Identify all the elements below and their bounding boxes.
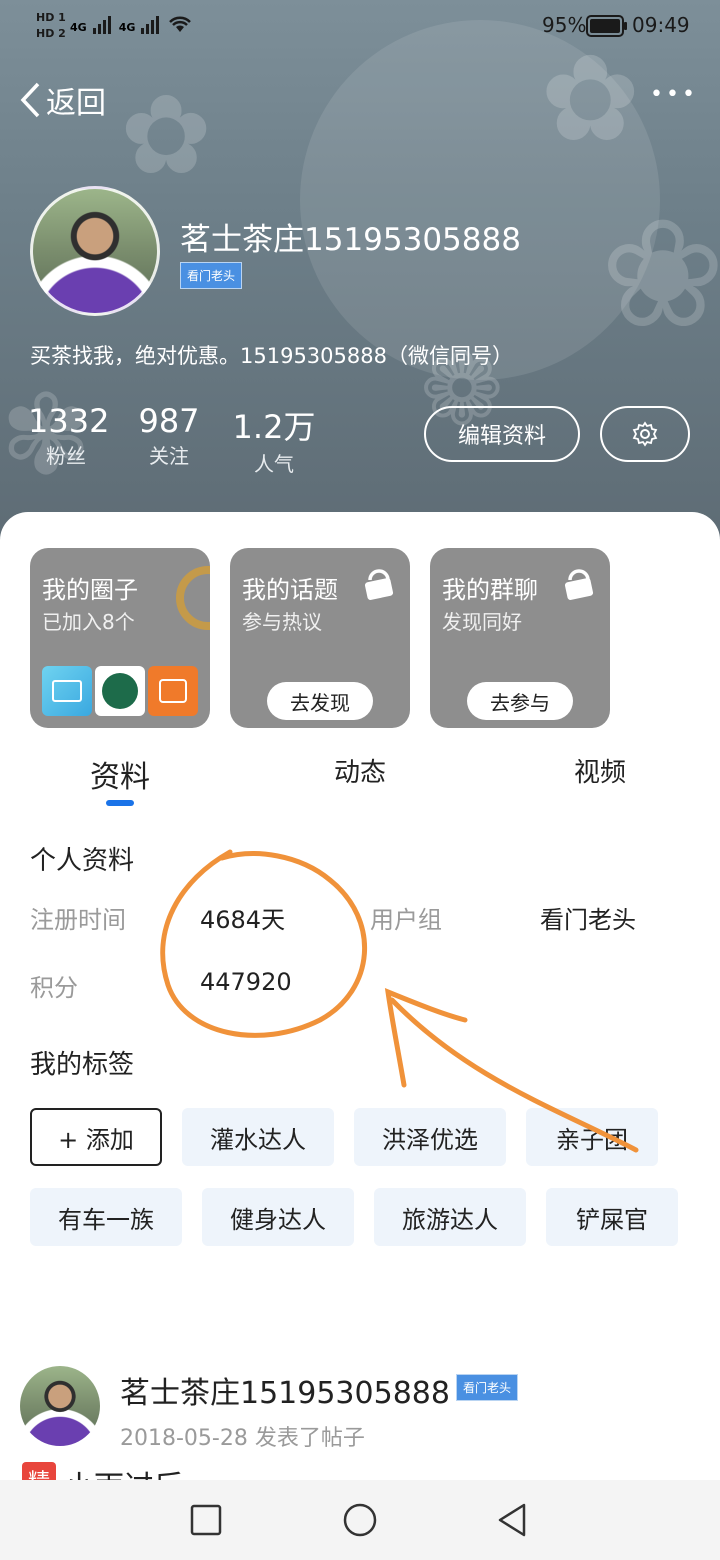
discover-button[interactable]: 去发现 [267, 682, 373, 720]
tag-item[interactable]: 旅游达人 [374, 1188, 526, 1246]
following-label: 关注 [149, 444, 189, 468]
registration-label: 注册时间 [30, 906, 126, 934]
battery-icon [586, 15, 627, 37]
registration-value: 4684天 [200, 906, 286, 934]
circle-app-icon-1 [42, 666, 92, 716]
stat-popularity[interactable]: 1.2万 人气 [232, 402, 316, 477]
avatar[interactable] [30, 186, 160, 316]
post-author-avatar[interactable] [20, 1366, 100, 1446]
tab-indicator [106, 800, 134, 806]
points-label: 积分 [30, 974, 78, 1002]
decor-flower: ✿ [120, 71, 213, 199]
card-title: 我的话题 [242, 576, 338, 604]
stat-fans[interactable]: 1332 粉丝 [28, 402, 110, 469]
tab-profile[interactable]: 资料 [70, 752, 170, 796]
back-button[interactable]: 返回 [18, 78, 106, 122]
decor-flower: ✿ [540, 30, 641, 169]
card-subtitle: 已加入8个 [42, 610, 135, 634]
tag-item[interactable]: 健身达人 [202, 1188, 354, 1246]
circle-logo-icon [176, 566, 210, 630]
card-title: 我的圈子 [42, 576, 138, 604]
edit-profile-button[interactable]: 编辑资料 [424, 406, 580, 462]
home-circle-icon[interactable] [342, 1502, 378, 1538]
network-type-1: 4G [70, 21, 87, 34]
card-my-topics[interactable]: 我的话题 参与热议 去发现 [230, 548, 410, 728]
signal-icon [92, 16, 111, 34]
popularity-label: 人气 [254, 452, 294, 476]
fans-label: 粉丝 [46, 444, 86, 468]
section-title-profile-info: 个人资料 [30, 846, 135, 876]
add-tag-button[interactable]: + 添加 [30, 1108, 162, 1166]
more-menu-icon[interactable]: ••• [650, 82, 698, 107]
back-label: 返回 [46, 86, 106, 121]
post-title: 小雨过后 [64, 1462, 184, 1480]
card-title: 我的群聊 [442, 576, 538, 604]
card-subtitle: 参与热议 [242, 610, 322, 634]
clock: 09:49 [632, 13, 690, 37]
back-triangle-icon[interactable] [496, 1502, 528, 1538]
tag-item[interactable]: 有车一族 [30, 1188, 182, 1246]
sim1-label: HD 1 [36, 11, 66, 24]
lock-icon [564, 569, 594, 600]
card-subtitle: 发现同好 [442, 610, 522, 634]
card-my-groups[interactable]: 我的群聊 发现同好 去参与 [430, 548, 610, 728]
decor-flower: ❀ [600, 188, 720, 362]
points-value: 447920 [200, 968, 292, 996]
user-group-badge: 看门老头 [180, 262, 243, 289]
featured-flag: 精 [22, 1462, 57, 1480]
post-author-badge: 看门老头 [456, 1374, 519, 1401]
network-type-2: 4G [118, 21, 136, 34]
signal-icon [141, 16, 160, 34]
tab-video[interactable]: 视频 [550, 752, 650, 789]
join-button[interactable]: 去参与 [467, 682, 573, 720]
recents-square-icon[interactable] [190, 1504, 222, 1536]
user-group-value: 看门老头 [540, 906, 636, 934]
post-author-name[interactable]: 茗士茶庄15195305888 [120, 1368, 450, 1412]
sim-labels: HD 1 HD 2 [36, 10, 66, 42]
wifi-icon [169, 16, 192, 32]
circle-app-icon-2 [95, 666, 145, 716]
sim2-label: HD 2 [36, 27, 66, 40]
tag-item[interactable]: 亲子团 [526, 1108, 658, 1166]
popularity-count: 1.2万 [232, 408, 316, 446]
circle-app-icon-3 [148, 666, 198, 716]
profile-name: 茗士茶庄15195305888 [180, 222, 521, 258]
following-count: 987 [138, 402, 200, 440]
card-my-circles[interactable]: 我的圈子 已加入8个 [30, 548, 210, 728]
post-meta: 2018-05-28 发表了帖子 [120, 1426, 365, 1451]
settings-button[interactable] [600, 406, 690, 462]
tag-item[interactable]: 铲屎官 [546, 1188, 678, 1246]
fans-count: 1332 [28, 402, 110, 440]
tag-item[interactable]: 灌水达人 [182, 1108, 334, 1166]
tab-activity[interactable]: 动态 [310, 752, 410, 789]
chevron-left-icon [20, 82, 40, 118]
section-title-tags: 我的标签 [30, 1050, 135, 1080]
stat-following[interactable]: 987 关注 [134, 402, 204, 469]
signal-indicators: 4G 4G [70, 14, 193, 34]
post-title-row[interactable]: 精 小雨过后 [22, 1462, 184, 1480]
tag-item[interactable]: 洪泽优选 [354, 1108, 506, 1166]
profile-bio: 买茶找我，绝对优惠。15195305888（微信同号） [30, 344, 513, 368]
user-group-label: 用户组 [370, 906, 442, 934]
lock-icon [364, 569, 394, 600]
battery-percent: 95% [542, 13, 587, 37]
gear-icon [632, 421, 658, 447]
